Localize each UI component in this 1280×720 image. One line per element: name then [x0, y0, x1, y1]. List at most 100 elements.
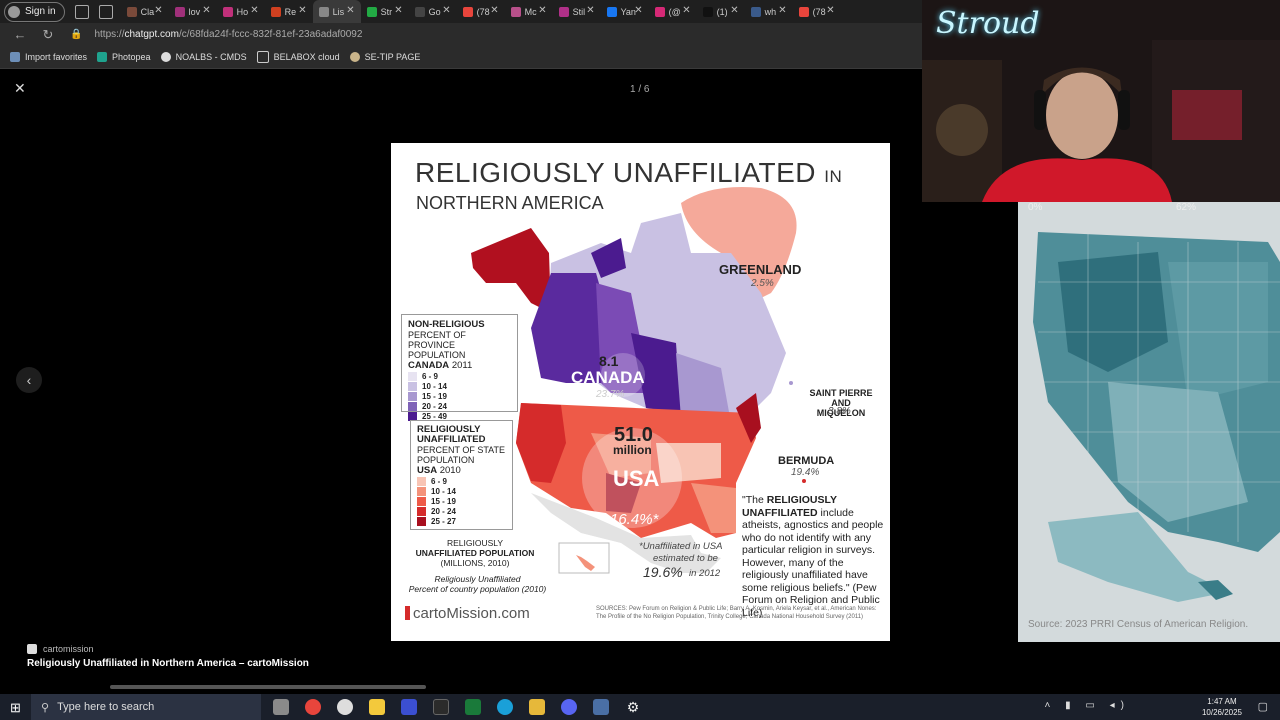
browser-tab[interactable]: (1) ✕: [697, 0, 745, 23]
tab-close-icon[interactable]: ✕: [586, 5, 594, 16]
tab-close-icon[interactable]: ✕: [394, 5, 402, 16]
source-row[interactable]: cartomission: [27, 644, 309, 654]
image-caption: cartomission Religiously Unaffiliated in…: [27, 644, 309, 669]
back-icon[interactable]: ←: [12, 27, 28, 42]
taskbar-search[interactable]: ⚲ Type here to search: [31, 694, 261, 720]
bookmark-se-tip[interactable]: SE-TIP PAGE: [349, 52, 420, 62]
tab-close-icon[interactable]: ✕: [442, 5, 450, 16]
tab-close-icon[interactable]: ✕: [538, 5, 546, 16]
tab-bar: Sign in Cla ✕ lov ✕ Ho ✕ Re ✕ Lis ✕ Str ✕ Go ✕ (78 ✕ Mc ✕…: [0, 0, 922, 23]
sign-in-button[interactable]: Sign in: [4, 1, 65, 22]
tab-favicon-icon: [318, 6, 329, 17]
previous-image-button[interactable]: ‹: [16, 367, 42, 393]
legend-range-label: 6 - 9: [431, 476, 448, 486]
tab-close-icon[interactable]: ✕: [682, 5, 690, 16]
tab-close-icon[interactable]: ✕: [154, 5, 162, 16]
legend-color-swatch: [417, 516, 426, 526]
bubble-legend-line-2: UNAFFILIATED POPULATION: [415, 548, 535, 558]
legend-color-swatch: [408, 371, 417, 381]
workspaces-icon[interactable]: [74, 4, 89, 19]
tab-favicon-icon: [222, 6, 233, 17]
import-icon: [10, 52, 20, 62]
search-icon: ⚲: [41, 701, 50, 714]
horizontal-scrollbar[interactable]: [110, 685, 426, 689]
browser-tab[interactable]: (78 ✕: [457, 0, 505, 23]
discord-icon[interactable]: [561, 699, 577, 715]
close-viewer-icon[interactable]: ✕: [14, 80, 26, 97]
chrome-icon[interactable]: [305, 699, 321, 715]
browser-tab[interactable]: wh ✕: [745, 0, 793, 23]
epic-games-icon[interactable]: [433, 699, 449, 715]
source-favicon-icon: [27, 644, 37, 654]
tab-favicon-icon: [510, 6, 521, 17]
browser-tab[interactable]: Stil ✕: [553, 0, 601, 23]
tab-close-icon[interactable]: ✕: [490, 5, 498, 16]
browser-tab[interactable]: Go ✕: [409, 0, 457, 23]
caption-title[interactable]: Religiously Unaffiliated in Northern Ame…: [27, 658, 309, 669]
profile-avatar-icon: [8, 5, 20, 18]
canada-value: 8.1: [599, 353, 619, 369]
store-icon[interactable]: [369, 699, 385, 715]
bermuda-value: 19.4%: [791, 467, 820, 478]
brand-mark-icon: [405, 606, 410, 620]
url-field[interactable]: https://chatgpt.com/c/68fda24f-fccc-832f…: [94, 29, 362, 40]
bookmark-photopea[interactable]: Photopea: [97, 52, 151, 62]
sign-in-label: Sign in: [25, 6, 56, 17]
edge-icon[interactable]: [497, 699, 513, 715]
search-placeholder: Type here to search: [57, 701, 155, 713]
notification-icon[interactable]: ▢: [1258, 700, 1268, 713]
browser-tab[interactable]: Mc ✕: [505, 0, 553, 23]
browser-tab[interactable]: Yan ✕: [601, 0, 649, 23]
photos-icon[interactable]: [593, 699, 609, 715]
url-scheme: https://: [94, 29, 125, 40]
tab-close-icon[interactable]: ✕: [250, 5, 258, 16]
browser-tab[interactable]: Str ✕: [361, 0, 409, 23]
tab-close-icon[interactable]: ✕: [298, 5, 306, 16]
legend-color-swatch: [408, 401, 417, 411]
browser-tab[interactable]: (@ ✕: [649, 0, 697, 23]
settings-icon[interactable]: ⚙: [625, 699, 641, 715]
windows-start-icon[interactable]: ⊞: [10, 700, 21, 716]
usa-legend-swatches: 6 - 9 10 - 14 15 - 19 20 - 24 25 - 27: [417, 476, 506, 526]
percent-legend-line-1: Religiously Unaffiliated: [434, 574, 521, 584]
tab-close-icon[interactable]: ✕: [730, 5, 738, 16]
bookmark-noalbs[interactable]: NOALBS - CMDS: [160, 52, 247, 62]
bookmark-label: NOALBS - CMDS: [175, 52, 247, 62]
tab-actions-icon[interactable]: [98, 4, 113, 19]
lock-icon[interactable]: 🔒: [70, 29, 82, 40]
tab-favicon-icon: [462, 6, 473, 17]
system-tray-icons[interactable]: ˄ ▮ ▭ ◂): [1045, 700, 1130, 711]
browser-tab[interactable]: Ho ✕: [217, 0, 265, 23]
tab-close-icon[interactable]: ✕: [634, 5, 642, 16]
refresh-icon[interactable]: ↻: [40, 27, 56, 43]
greenland-label: GREENLAND: [719, 262, 802, 277]
browser-tab[interactable]: (78 ✕: [793, 0, 841, 23]
tab-close-icon[interactable]: ✕: [778, 5, 786, 16]
percent-legend: Religiously Unaffiliated Percent of coun…: [405, 574, 550, 594]
brand-logo: cartoMission.com: [405, 605, 530, 622]
taskbar-clock[interactable]: 1:47 AM 10/26/2025: [1202, 696, 1242, 718]
tab-label: Stil: [572, 6, 586, 17]
browser-tab[interactable]: Lis ✕: [312, 0, 361, 23]
excel-icon[interactable]: [465, 699, 481, 715]
scale-max-label: 62%: [1176, 202, 1197, 213]
url-host: chatgpt.com: [124, 29, 179, 40]
notion-like-app-icon[interactable]: [401, 699, 417, 715]
spm-value: 3.8%: [828, 406, 851, 417]
browser-tab[interactable]: Re ✕: [265, 0, 313, 23]
bookmark-belabox[interactable]: BELABOX cloud: [256, 51, 340, 63]
browser-tab[interactable]: Cla ✕: [121, 0, 169, 23]
browser-tab[interactable]: lov ✕: [169, 0, 217, 23]
neon-sign: Stroud: [936, 6, 1040, 41]
tab-close-icon[interactable]: ✕: [826, 5, 834, 16]
openai-icon[interactable]: [337, 699, 353, 715]
definition-quote: "The RELIGIOUSLY UNAFFILIATED include at…: [742, 494, 886, 619]
canada-legend-sub: PERCENT OF PROVINCE POPULATION: [408, 330, 466, 360]
title-main-text: RELIGIOUSLY UNAFFILIATED: [415, 157, 816, 188]
tab-close-icon[interactable]: ✕: [202, 5, 210, 16]
file-explorer-icon[interactable]: [529, 699, 545, 715]
bookmark-import-favorites[interactable]: Import favorites: [10, 52, 87, 62]
tab-close-icon[interactable]: ✕: [346, 5, 354, 16]
task-view-icon[interactable]: [273, 699, 289, 715]
usa-legend-country: USA: [417, 465, 438, 476]
